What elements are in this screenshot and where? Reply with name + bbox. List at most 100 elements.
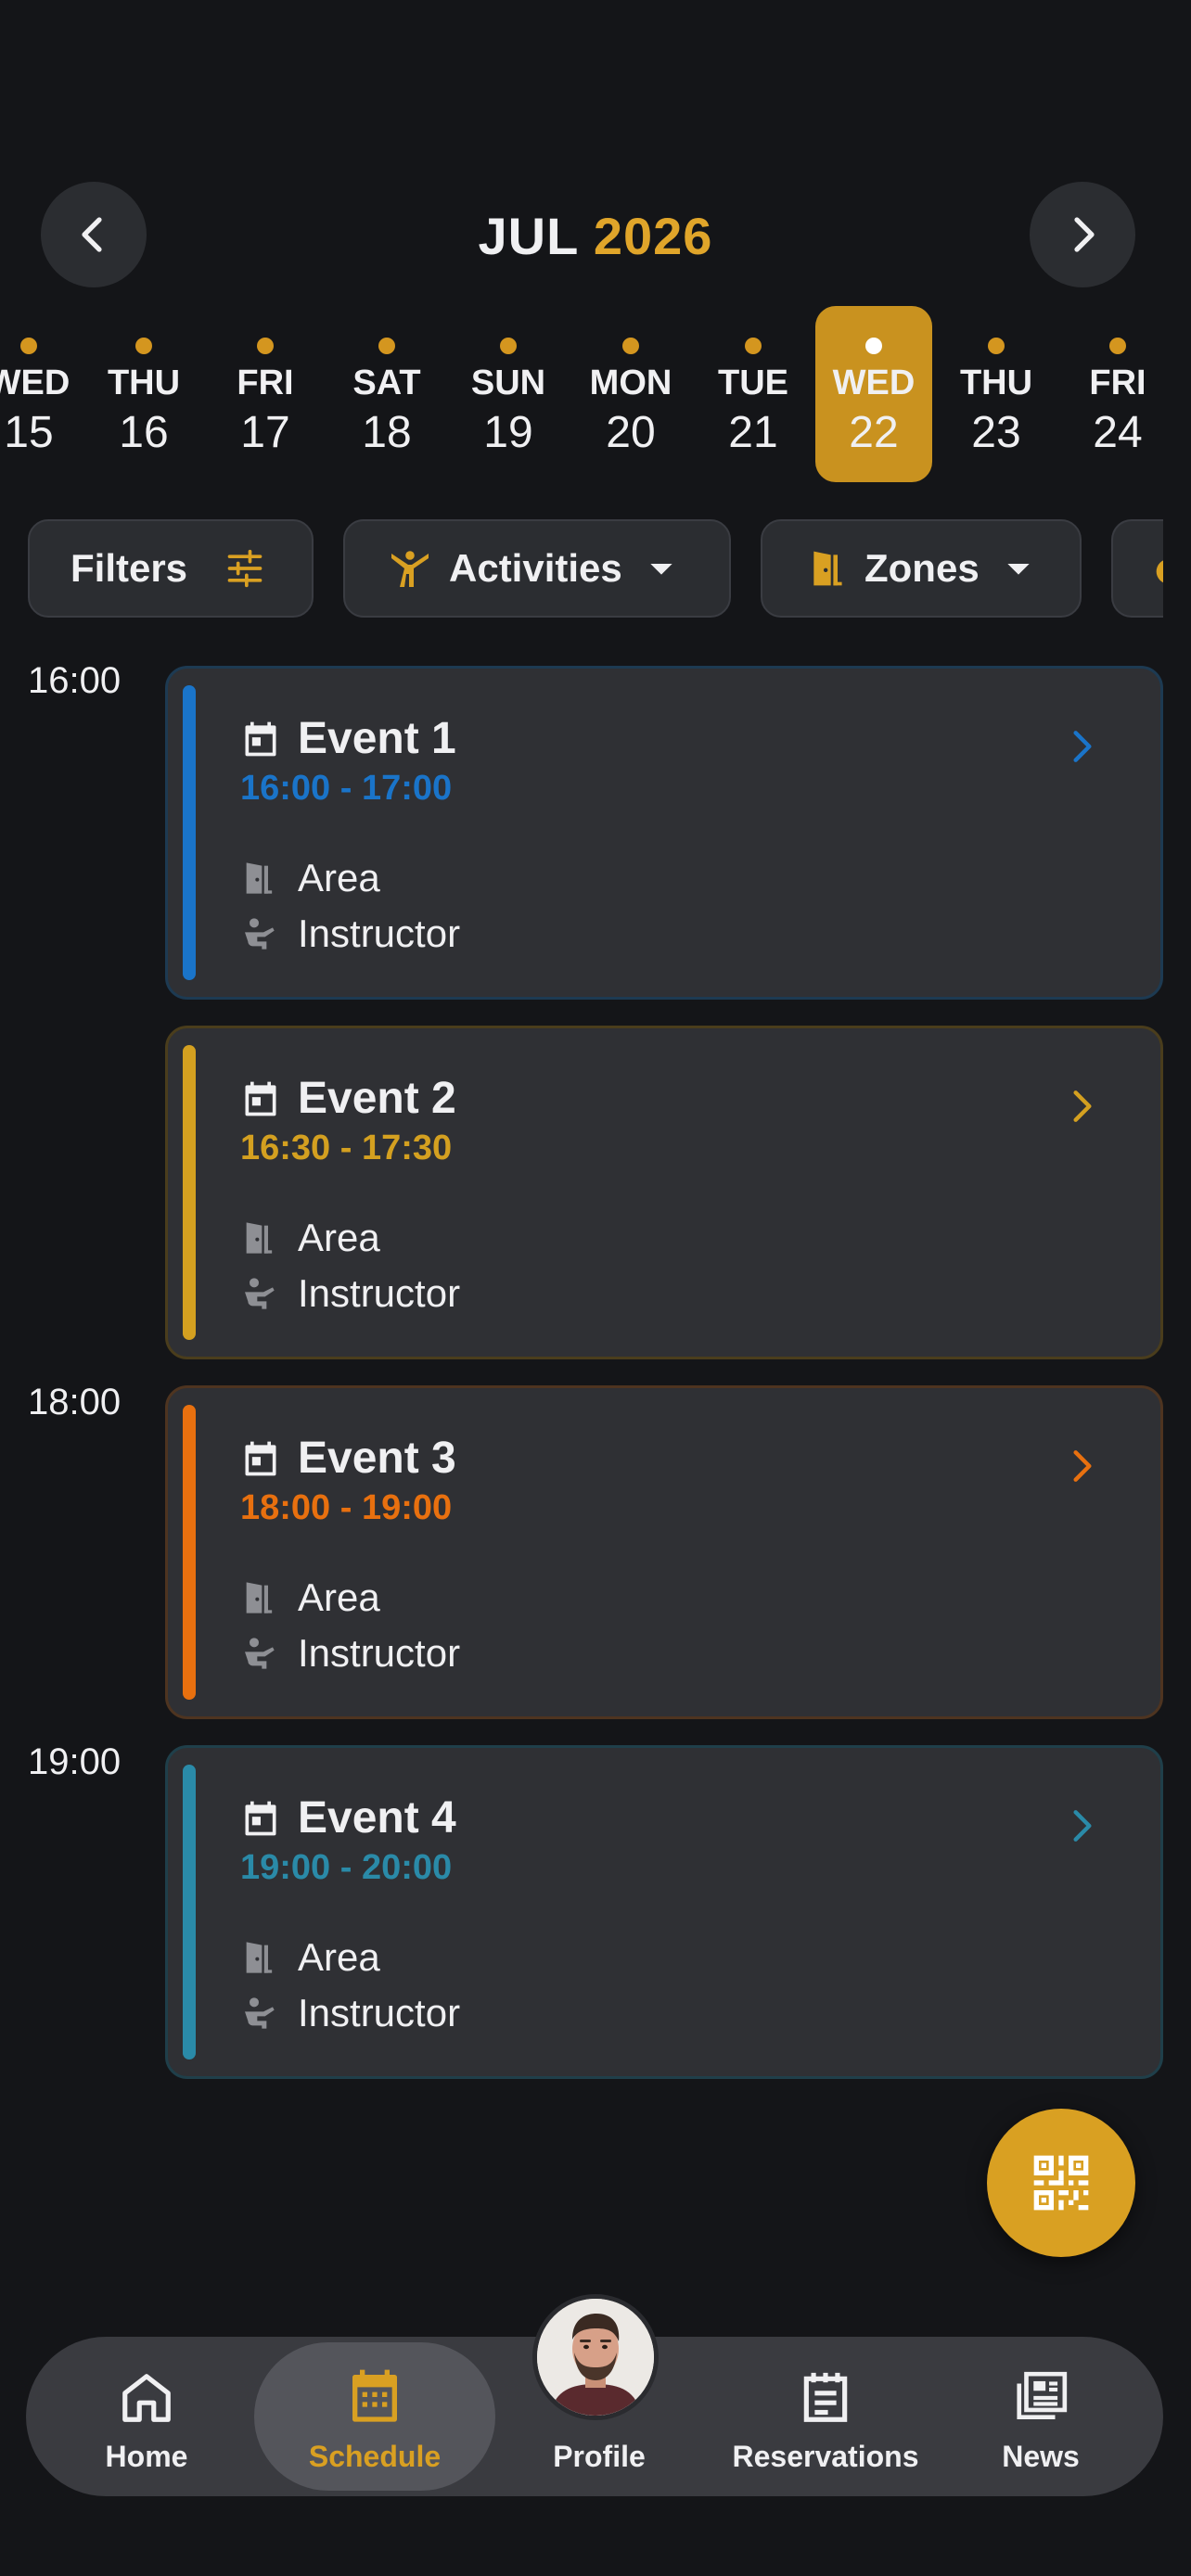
event-instructor: Instructor	[298, 1991, 461, 2034]
event-card[interactable]: Event 3 18:00 - 19:00 Area Instructor	[165, 1385, 1163, 1719]
event-area: Area	[298, 856, 380, 899]
next-month-button[interactable]	[1030, 182, 1135, 287]
event-dot	[20, 338, 37, 354]
event-dot	[745, 338, 762, 354]
day-name: THU	[107, 363, 181, 402]
chevron-right-icon	[1073, 1090, 1092, 1122]
day-number: 17	[240, 408, 290, 457]
caret-down-icon	[650, 564, 672, 575]
day-item[interactable]: THU 23	[938, 306, 1055, 482]
qr-code-icon	[1033, 2155, 1089, 2211]
nav-schedule[interactable]: Schedule	[254, 2337, 495, 2496]
nav-profile-label: Profile	[553, 2440, 646, 2473]
day-number: 23	[971, 408, 1021, 457]
day-name: FRI	[237, 363, 294, 402]
day-number: 21	[728, 408, 778, 457]
day-name: FRI	[1089, 363, 1146, 402]
day-name: SUN	[470, 363, 546, 402]
instructor-icon	[245, 1638, 275, 1669]
nav-reservations[interactable]: Reservations	[718, 2337, 933, 2496]
filters-label: Filters	[70, 546, 188, 590]
instructor-icon	[245, 918, 275, 950]
receipt-icon	[803, 2372, 848, 2422]
nav-schedule-label: Schedule	[308, 2440, 442, 2473]
event-time: 16:00 - 17:00	[240, 769, 453, 808]
more-filter-chip[interactable]	[1111, 519, 1163, 618]
day-number: 22	[849, 408, 899, 457]
nav-news-label: News	[1002, 2440, 1080, 2473]
nav-home[interactable]: Home	[63, 2337, 230, 2496]
day-name: MON	[589, 363, 672, 402]
event-time: 16:30 - 17:30	[240, 1129, 453, 1167]
door-icon	[246, 1222, 273, 1254]
day-name: THU	[959, 363, 1033, 402]
caret-down-icon	[1007, 564, 1030, 575]
profile-avatar[interactable]	[532, 2294, 659, 2420]
newspaper-icon	[1017, 2371, 1068, 2419]
event-area: Area	[298, 1575, 380, 1619]
nav-home-label: Home	[105, 2440, 188, 2473]
calendar-icon	[245, 1441, 276, 1475]
zones-label: Zones	[864, 546, 980, 590]
day-item-selected[interactable]: WED 22	[815, 306, 932, 482]
calendar-icon	[245, 1081, 276, 1116]
event-title: Event 2	[298, 1074, 456, 1123]
partial-chip-icon	[1156, 560, 1163, 583]
event-area: Area	[298, 1216, 380, 1259]
calendar-icon	[245, 721, 276, 756]
day-item[interactable]: WED 15	[0, 306, 87, 482]
day-item[interactable]: SUN 19	[450, 306, 567, 482]
day-item[interactable]: SAT 18	[328, 306, 445, 482]
event-dot	[622, 338, 639, 354]
calendar-icon	[245, 1801, 276, 1835]
door-icon	[246, 1942, 273, 1973]
door-icon	[246, 862, 273, 894]
event-dot	[135, 338, 152, 354]
day-item[interactable]: THU 16	[85, 306, 202, 482]
time-label: 16:00	[28, 660, 122, 701]
sliders-icon	[227, 549, 263, 588]
month-year-title: JUL 2026	[0, 206, 1191, 266]
zones-dropdown[interactable]: Zones	[761, 519, 1082, 618]
event-card[interactable]: Event 2 16:30 - 17:30 Area Instructor	[165, 1026, 1163, 1359]
activity-person-icon	[391, 551, 429, 587]
event-color-bar	[183, 685, 196, 980]
day-name: TUE	[718, 363, 788, 402]
calendar-icon	[352, 2369, 397, 2422]
day-name: SAT	[352, 363, 421, 402]
day-name: WED	[832, 363, 916, 402]
event-dot	[257, 338, 274, 354]
event-instructor: Instructor	[298, 912, 461, 955]
year-label: 2026	[593, 207, 713, 265]
day-item[interactable]: TUE 21	[695, 306, 812, 482]
time-label: 18:00	[28, 1382, 122, 1422]
event-color-bar	[183, 1045, 196, 1340]
day-number: 20	[606, 408, 656, 457]
event-dot	[378, 338, 395, 354]
event-instructor: Instructor	[298, 1631, 461, 1675]
filters-button[interactable]: Filters	[28, 519, 314, 618]
day-number: 24	[1093, 408, 1143, 457]
day-item[interactable]: FRI 24	[1059, 306, 1176, 482]
nav-news[interactable]: News	[957, 2337, 1124, 2496]
day-number: 19	[483, 408, 533, 457]
event-time: 19:00 - 20:00	[240, 1848, 453, 1887]
qr-code-button[interactable]	[987, 2109, 1135, 2257]
event-dot	[500, 338, 517, 354]
activities-label: Activities	[449, 546, 622, 590]
event-dot	[1109, 338, 1126, 354]
door-icon	[246, 1582, 273, 1613]
day-number: 18	[362, 408, 412, 457]
activities-dropdown[interactable]: Activities	[343, 519, 731, 618]
event-card[interactable]: Event 4 19:00 - 20:00 Area Instructor	[165, 1745, 1163, 2079]
door-icon	[813, 551, 842, 586]
event-card[interactable]: Event 1 16:00 - 17:00 Area Instructor	[165, 666, 1163, 1000]
event-title: Event 3	[298, 1434, 456, 1483]
event-area: Area	[298, 1935, 380, 1979]
event-dot	[865, 338, 882, 354]
nav-reservations-label: Reservations	[732, 2440, 919, 2473]
day-item[interactable]: FRI 17	[207, 306, 324, 482]
chevron-right-icon	[1074, 217, 1095, 252]
day-item[interactable]: MON 20	[572, 306, 689, 482]
event-instructor: Instructor	[298, 1271, 461, 1315]
